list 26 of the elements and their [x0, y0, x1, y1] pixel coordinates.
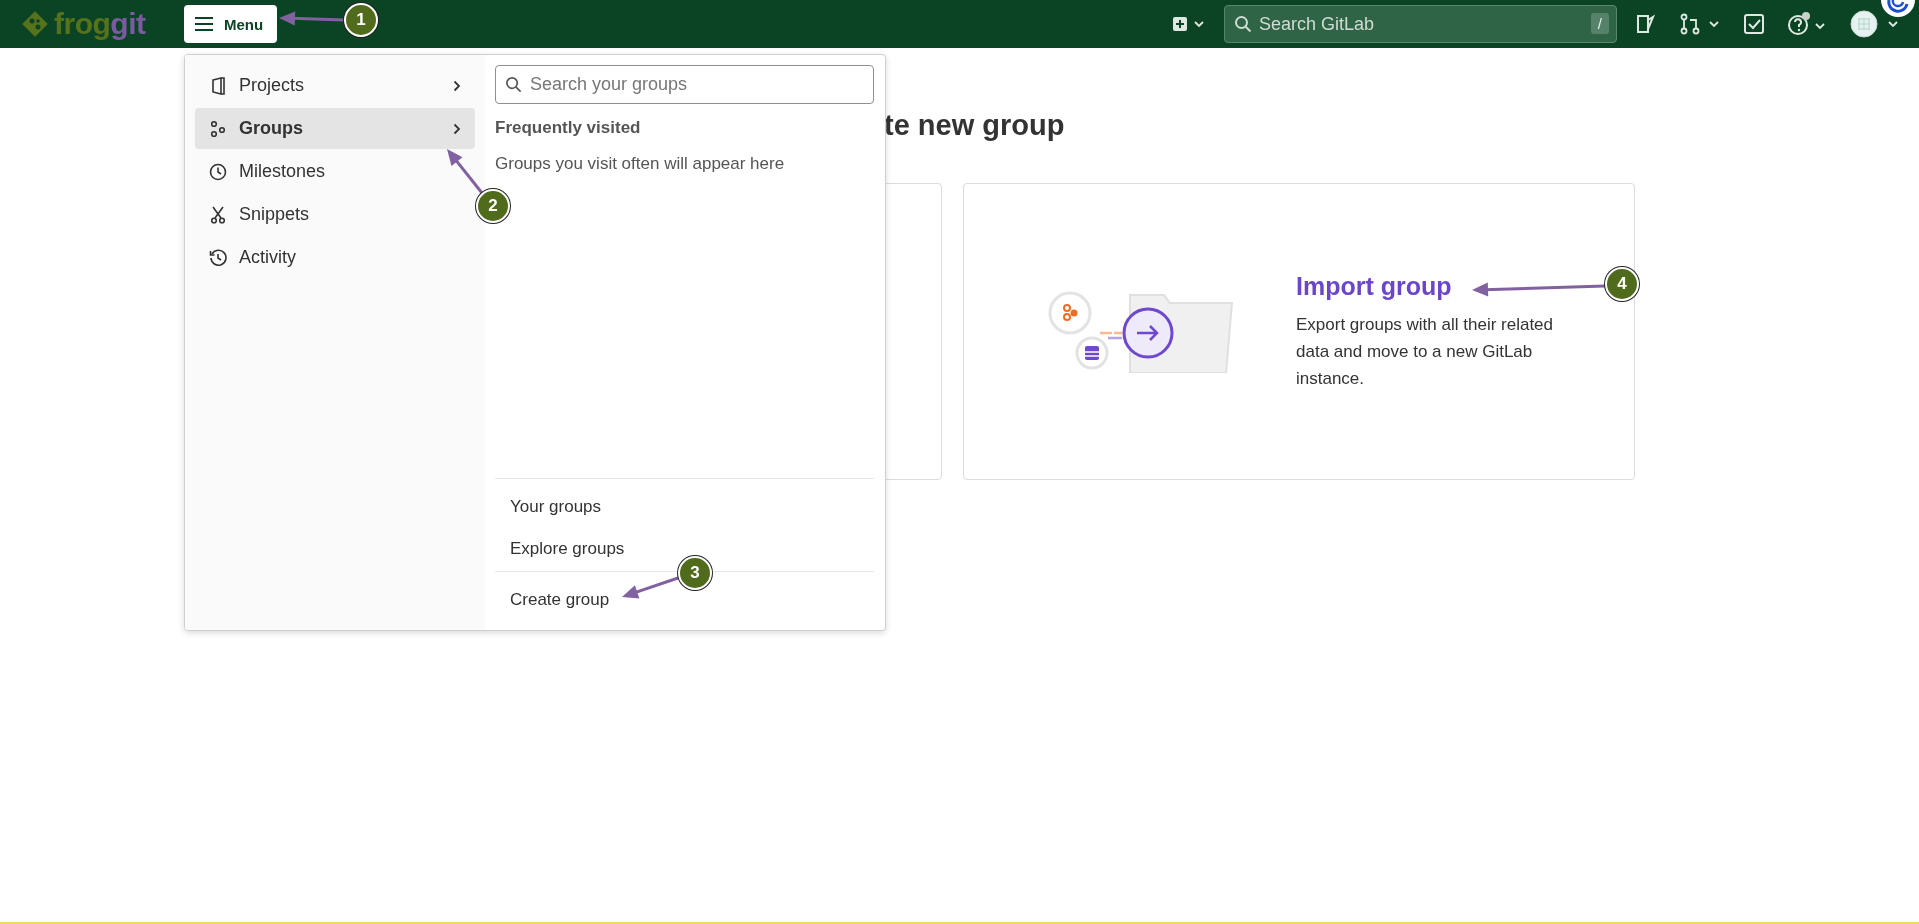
project-icon [209, 76, 227, 95]
menu-item[interactable]: Groups [195, 108, 475, 149]
annotation-arrow [279, 11, 345, 26]
annotation-arrow [447, 149, 484, 194]
search-icon [1234, 15, 1252, 33]
menu-item[interactable]: Milestones [195, 151, 475, 192]
corner-logo-icon [1881, 0, 1915, 20]
group-search-field[interactable]: Search your groups [495, 65, 874, 104]
menu-item[interactable]: Activity [195, 237, 475, 278]
page-heading: te new group [884, 108, 1066, 142]
step-number-badge: 4 [1605, 267, 1639, 301]
import-group-link[interactable]: Import group [1296, 271, 1452, 301]
hamburger-icon [194, 17, 214, 31]
import-group-description: Export groups with all their related data and move to a new GitLab instance. [1296, 313, 1555, 390]
menu-item[interactable]: Snippets [195, 194, 475, 235]
menu-link[interactable]: Your groups [495, 487, 874, 529]
menu-button[interactable]: Menu [184, 5, 278, 43]
search-icon [505, 76, 522, 93]
history-icon [209, 248, 227, 267]
clock-icon [209, 162, 227, 181]
annotation-arrow [622, 576, 679, 599]
section-title: Frequently visited [495, 118, 642, 138]
menu-item[interactable]: Projects [195, 65, 475, 106]
group-icon [209, 119, 227, 138]
empty-state-text: Groups you visit often will appear here [495, 154, 786, 174]
scissors-icon [209, 205, 227, 224]
